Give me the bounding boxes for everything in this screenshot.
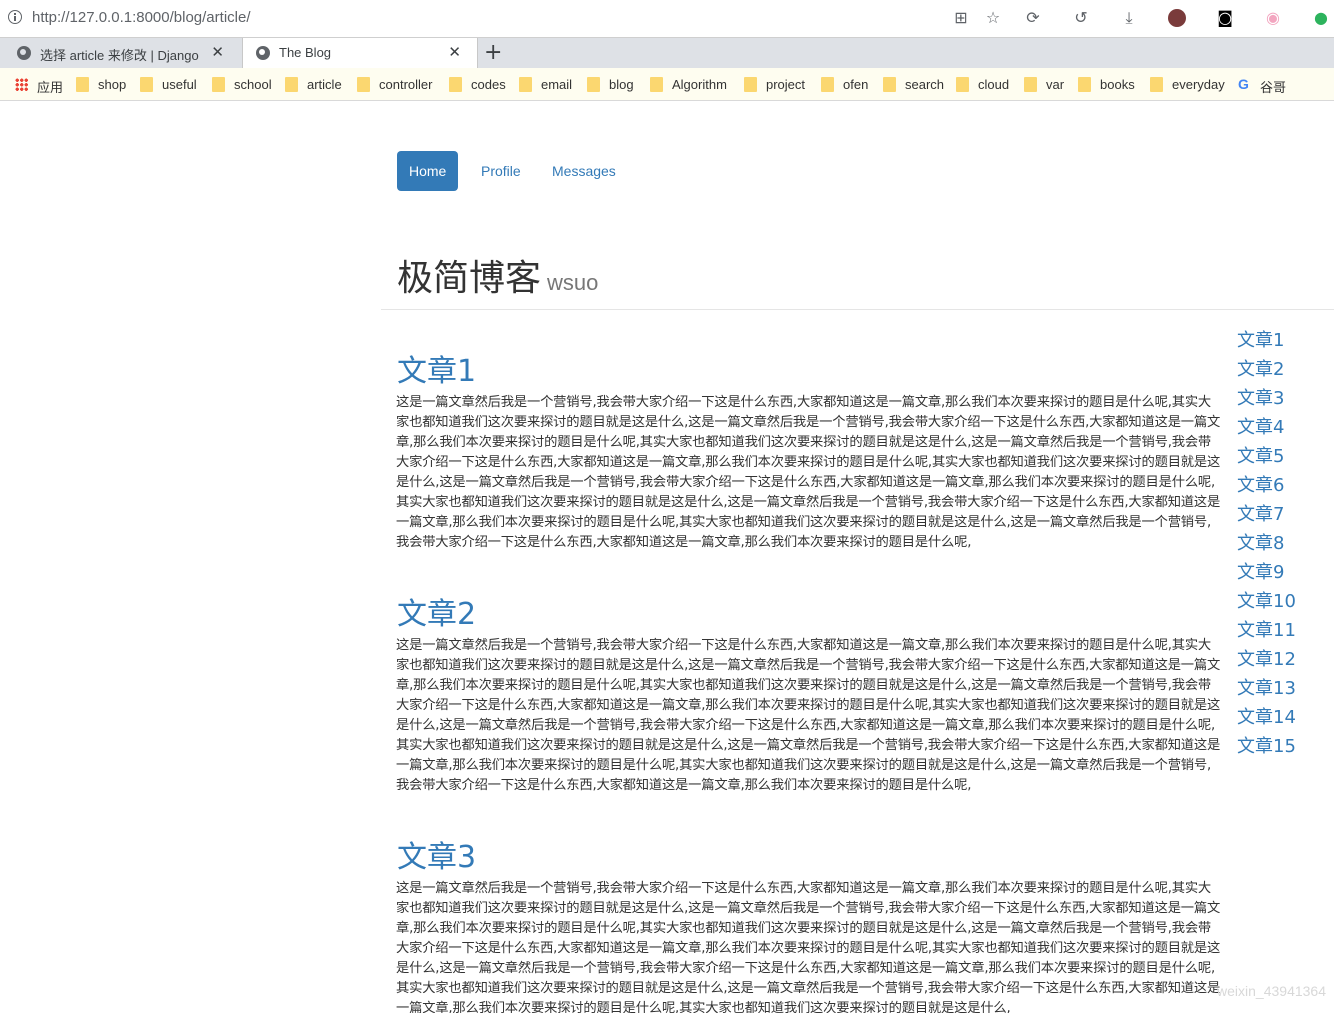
bookmark-label: ofen — [843, 77, 869, 92]
nav-messages[interactable]: Messages — [540, 151, 628, 191]
toc-link[interactable]: 文章13 — [1237, 674, 1334, 703]
folder-icon — [449, 77, 462, 92]
toc-link[interactable]: 文章8 — [1237, 529, 1334, 558]
toc-link[interactable]: 文章9 — [1237, 558, 1334, 587]
folder-icon — [883, 77, 896, 92]
info-icon[interactable] — [8, 10, 22, 24]
folder-icon — [212, 77, 225, 92]
bookmarks-bar: 应用 shop useful school article controller… — [0, 68, 1334, 101]
star-icon[interactable]: ☆ — [984, 9, 1002, 27]
bookmark-label: blog — [609, 77, 634, 92]
folder-icon — [519, 77, 532, 92]
toc-link[interactable]: 文章3 — [1237, 384, 1334, 413]
undo-icon[interactable]: ↺ — [1072, 9, 1090, 27]
bookmark-label: controller — [379, 77, 433, 92]
article-body: 这是一篇文章然后我是一个营销号,我会带大家介绍一下这是什么东西,大家都知道这是一… — [396, 638, 1221, 793]
toc-link[interactable]: 文章5 — [1237, 442, 1334, 471]
folder-icon — [956, 77, 969, 92]
evernote-icon[interactable]: ● — [1312, 9, 1330, 27]
tab-title: 选择 article 来修改 | Django 站 — [40, 48, 200, 63]
folder-icon — [1078, 77, 1091, 92]
globe-icon — [17, 46, 31, 60]
extension-icon[interactable]: ◙ — [1216, 9, 1234, 27]
toc-link[interactable]: 文章11 — [1237, 616, 1334, 645]
bookmark-label: school — [234, 77, 272, 92]
article-title[interactable]: 文章2 — [397, 589, 476, 633]
toc-link[interactable]: 文章2 — [1237, 355, 1334, 384]
folder-icon — [650, 77, 663, 92]
folder-icon — [140, 77, 153, 92]
folder-icon — [1024, 77, 1037, 92]
folder-icon — [76, 77, 89, 92]
bookmark-label: everyday — [1172, 77, 1225, 92]
watermark-text: weixin_43941364 — [1217, 983, 1326, 999]
folder-icon — [357, 77, 370, 92]
page-content: Home Profile Messages 极简博客 wsuo 文章1 这是一篇文… — [0, 101, 1334, 1013]
bookmark-label: 谷哥 — [1260, 80, 1287, 95]
profile-avatar-icon[interactable] — [1168, 9, 1186, 27]
download-icon[interactable]: ⤓ — [1120, 9, 1138, 27]
new-tab-plus-icon[interactable]: + — [484, 41, 502, 65]
bookmark-label: search — [905, 77, 945, 92]
toc-link[interactable]: 文章12 — [1237, 645, 1334, 674]
page-title-text: 极简博客 — [397, 258, 542, 299]
apps-grid-icon[interactable] — [15, 78, 28, 91]
page-subtitle: wsuo — [547, 270, 599, 295]
tab-the-blog[interactable]: The Blog ✕ — [242, 38, 478, 69]
cat-extension-icon[interactable]: ◉ — [1264, 9, 1282, 27]
bookmark-label: article — [307, 77, 342, 92]
folder-icon — [285, 77, 298, 92]
bookmark-label: useful — [162, 77, 197, 92]
toc-link[interactable]: 文章4 — [1237, 413, 1334, 442]
reload-extension-icon[interactable]: ⟳ — [1024, 9, 1042, 27]
nav-profile[interactable]: Profile — [469, 151, 533, 191]
header-divider — [381, 309, 1334, 310]
tab-strip: 选择 article 来修改 | Django 站 ✕ The Blog ✕ + — [0, 37, 1334, 69]
folder-icon — [1150, 77, 1163, 92]
tab-django-admin[interactable]: 选择 article 来修改 | Django 站 ✕ — [4, 38, 240, 69]
article-title[interactable]: 文章1 — [397, 346, 476, 390]
toc-link[interactable]: 文章6 — [1237, 471, 1334, 500]
toc-link[interactable]: 文章15 — [1237, 732, 1334, 761]
nav-home[interactable]: Home — [397, 151, 459, 191]
close-icon[interactable]: ✕ — [448, 43, 461, 61]
folder-icon — [587, 77, 600, 92]
close-icon[interactable]: ✕ — [211, 43, 224, 61]
google-g-icon: G — [1238, 76, 1249, 92]
bookmark-label: shop — [98, 77, 127, 92]
bookmark-label: var — [1046, 77, 1065, 92]
toc-link[interactable]: 文章1 — [1237, 326, 1334, 355]
globe-icon — [256, 46, 270, 60]
article-toc-list: 文章1 文章2 文章3 文章4 文章5 文章6 文章7 文章8 文章9 文章10… — [1237, 326, 1334, 761]
url-text[interactable]: http://127.0.0.1:8000/blog/article/ — [32, 9, 251, 26]
bookmark-label: books — [1100, 77, 1135, 92]
toc-link[interactable]: 文章7 — [1237, 500, 1334, 529]
bookmark-label: cloud — [978, 77, 1010, 92]
page-title: 极简博客 wsuo — [397, 249, 598, 301]
address-bar[interactable]: http://127.0.0.1:8000/blog/article/ ⊞ ☆ … — [0, 0, 1334, 37]
bookmark-label: codes — [471, 77, 506, 92]
bookmark-label: Algorithm — [672, 77, 727, 92]
folder-icon — [744, 77, 757, 92]
bookmark-label: 应用 — [37, 80, 64, 95]
bookmark-label: project — [766, 77, 806, 92]
bookmark-label: email — [541, 77, 573, 92]
toc-link[interactable]: 文章10 — [1237, 587, 1334, 616]
translate-icon[interactable]: ⊞ — [952, 9, 970, 27]
folder-icon — [821, 77, 834, 92]
article-body: 这是一篇文章然后我是一个营销号,我会带大家介绍一下这是什么东西,大家都知道这是一… — [396, 881, 1221, 1013]
article-title[interactable]: 文章3 — [397, 832, 476, 876]
toc-link[interactable]: 文章14 — [1237, 703, 1334, 732]
article-body: 这是一篇文章然后我是一个营销号,我会带大家介绍一下这是什么东西,大家都知道这是一… — [396, 395, 1221, 550]
tab-title: The Blog — [279, 45, 332, 60]
